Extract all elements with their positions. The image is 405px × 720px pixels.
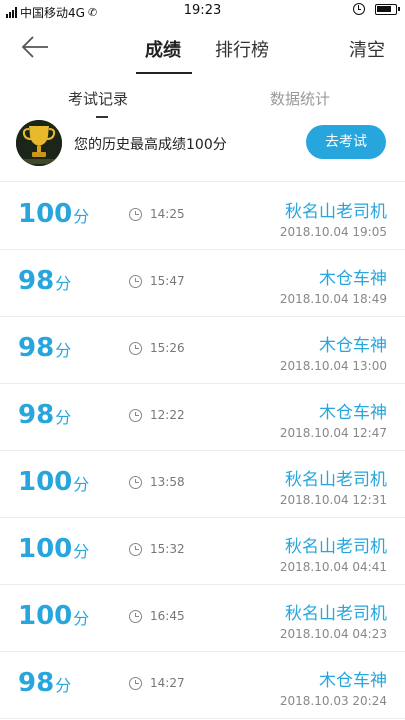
clock-icon	[129, 208, 142, 221]
score-unit: 分	[73, 207, 90, 226]
clock-icon	[129, 275, 142, 288]
record-row[interactable]: 100分 15:32 秋名山老司机 2018.10.04 04:41	[0, 518, 405, 585]
user-nickname: 秋名山老司机	[285, 537, 387, 557]
exam-duration: 12:22	[150, 408, 185, 422]
user-nickname: 秋名山老司机	[285, 470, 387, 490]
score-value: 100分	[18, 199, 90, 229]
user-nickname: 木仓车神	[319, 336, 387, 356]
user-nickname: 秋名山老司机	[285, 604, 387, 624]
exam-duration: 16:45	[150, 609, 185, 623]
exam-datetime: 2018.10.04 04:41	[279, 560, 387, 574]
clock-icon	[129, 610, 142, 623]
record-row[interactable]: 100分 14:25 秋名山老司机 2018.10.04 19:05	[0, 183, 405, 250]
back-arrow-icon[interactable]	[20, 34, 50, 60]
status-bar: 中国移动4G ✆ 19:23	[0, 0, 405, 22]
exam-duration: 13:58	[150, 475, 185, 489]
status-right	[353, 3, 400, 15]
exam-duration: 15:26	[150, 341, 185, 355]
exam-datetime: 2018.10.04 12:47	[279, 426, 387, 440]
subtabs: 考试记录 数据统计	[0, 76, 405, 120]
exam-datetime: 2018.10.04 12:31	[279, 493, 387, 507]
exam-duration: 15:32	[150, 542, 185, 556]
active-tab-indicator	[136, 72, 192, 74]
score-value: 98分	[18, 333, 72, 363]
record-row[interactable]: 100分 16:45 秋名山老司机 2018.10.04 04:23	[0, 585, 405, 652]
go-exam-button[interactable]: 去考试	[306, 125, 386, 159]
user-nickname: 秋名山老司机	[285, 202, 387, 222]
exam-datetime: 2018.10.04 19:05	[279, 225, 387, 239]
record-row[interactable]: 100分 13:58 秋名山老司机 2018.10.04 12:31	[0, 451, 405, 518]
score-value: 98分	[18, 266, 72, 296]
score-unit: 分	[73, 475, 90, 494]
clear-button[interactable]: 清空	[349, 36, 385, 62]
exam-duration: 14:25	[150, 207, 185, 221]
score-unit: 分	[55, 341, 72, 360]
tab-leaderboard[interactable]: 排行榜	[215, 36, 269, 62]
battery-icon	[375, 3, 400, 15]
best-score-text: 您的历史最高成绩100分	[74, 137, 227, 153]
record-row[interactable]: 98分 12:22 木仓车神 2018.10.04 12:47	[0, 384, 405, 451]
clock-icon	[129, 476, 142, 489]
clock-icon	[129, 677, 142, 690]
tab-scores[interactable]: 成绩	[145, 36, 181, 62]
clock-icon	[129, 342, 142, 355]
user-nickname: 木仓车神	[319, 671, 387, 691]
status-time: 19:23	[183, 3, 222, 18]
record-row[interactable]: 98分 14:27 木仓车神 2018.10.03 20:24	[0, 652, 405, 719]
score-value: 98分	[18, 400, 72, 430]
clock-icon	[129, 543, 142, 556]
score-unit: 分	[73, 542, 90, 561]
exam-datetime: 2018.10.04 13:00	[279, 359, 387, 373]
exam-datetime: 2018.10.04 04:23	[279, 627, 387, 641]
exam-duration: 15:47	[150, 274, 185, 288]
score-unit: 分	[55, 408, 72, 427]
record-row[interactable]: 98分 15:26 木仓车神 2018.10.04 13:00	[0, 317, 405, 384]
user-nickname: 木仓车神	[319, 403, 387, 423]
best-score-banner: 您的历史最高成绩100分 去考试	[0, 120, 405, 182]
subtab-exam-records[interactable]: 考试记录	[68, 88, 128, 109]
alarm-icon	[353, 3, 365, 15]
score-unit: 分	[55, 274, 72, 293]
score-unit: 分	[55, 676, 72, 695]
exam-datetime: 2018.10.04 18:49	[279, 292, 387, 306]
score-value: 100分	[18, 467, 90, 497]
exam-datetime: 2018.10.03 20:24	[279, 694, 387, 708]
user-nickname: 木仓车神	[319, 269, 387, 289]
header: 成绩 排行榜 清空	[0, 22, 405, 74]
trophy-icon	[16, 120, 62, 166]
active-subtab-indicator	[96, 116, 108, 118]
score-value: 98分	[18, 668, 72, 698]
score-unit: 分	[73, 609, 90, 628]
exam-duration: 14:27	[150, 676, 185, 690]
score-value: 100分	[18, 601, 90, 631]
score-value: 100分	[18, 534, 90, 564]
subtab-data-stats[interactable]: 数据统计	[270, 88, 330, 109]
record-row[interactable]: 98分 15:47 木仓车神 2018.10.04 18:49	[0, 250, 405, 317]
clock-icon	[129, 409, 142, 422]
